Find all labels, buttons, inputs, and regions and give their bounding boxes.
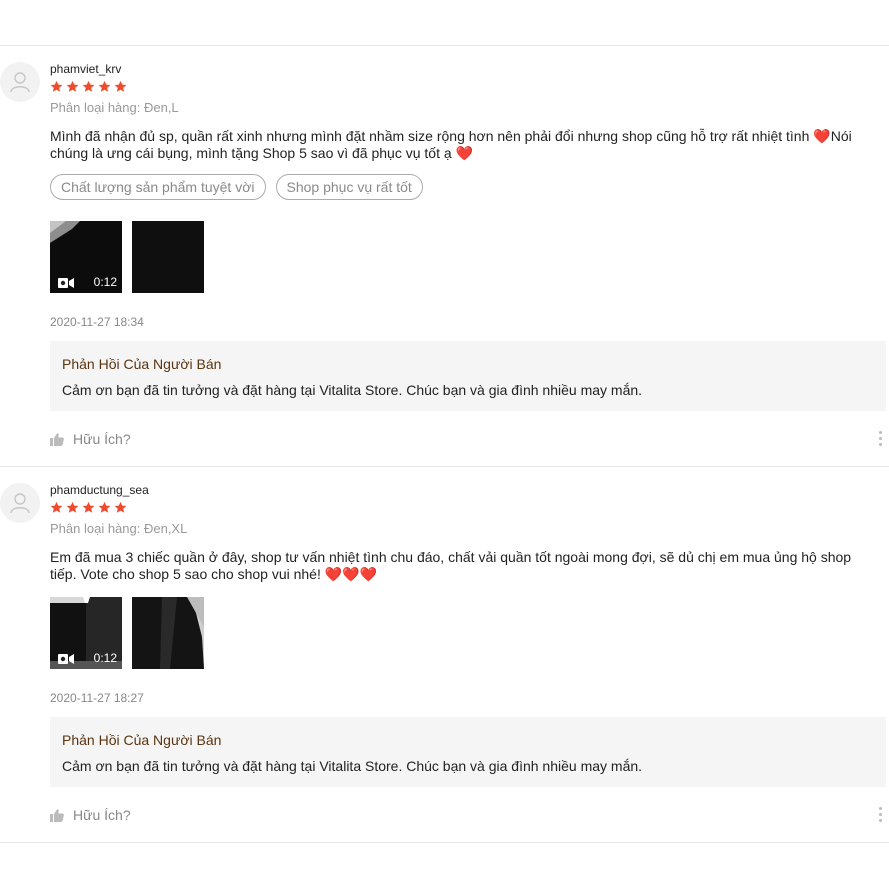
review-tag: Shop phục vụ rất tốt — [275, 174, 423, 200]
video-overlay: 0:12 — [50, 649, 122, 669]
heart-emoji: ❤️ — [455, 145, 473, 161]
avatar[interactable] — [0, 62, 40, 102]
helpful-label: Hữu Ích? — [73, 807, 131, 823]
video-camera-icon — [58, 654, 74, 664]
star-icon — [114, 80, 127, 92]
heart-emoji: ❤️ — [813, 128, 831, 144]
avatar-placeholder-icon — [10, 493, 30, 514]
review-date: 2020-11-27 18:34 — [50, 315, 144, 329]
reviewer-username[interactable]: phamductung_sea — [50, 483, 149, 497]
product-variation: Phân loại hàng: Đen,XL — [50, 521, 188, 536]
video-thumbnail[interactable]: 0:12 — [50, 597, 122, 669]
more-options-icon[interactable] — [879, 807, 882, 822]
seller-reply: Phản Hồi Của Người Bán Cảm ơn bạn đã tin… — [50, 717, 886, 787]
helpful-label: Hữu Ích? — [73, 431, 131, 447]
review-text: Mình đã nhận đủ sp, quần rất xinh nhưng … — [50, 128, 814, 144]
seller-reply-text: Cảm ơn bạn đã tin tưởng và đặt hàng tại … — [62, 382, 643, 398]
avatar[interactable] — [0, 483, 40, 523]
star-icon — [98, 501, 111, 513]
review-media: 0:12 — [50, 221, 204, 293]
star-icon — [98, 80, 111, 92]
video-overlay: 0:12 — [50, 273, 122, 293]
helpful-button[interactable]: Hữu Ích? — [50, 431, 131, 447]
review-item: phamviet_krv Phân loại hàng: Đen,L Mình … — [0, 45, 889, 466]
star-icon — [50, 80, 63, 92]
review-text: Em đã mua 3 chiếc quần ở đây, shop tư vấ… — [50, 549, 852, 582]
seller-reply-title: Phản Hồi Của Người Bán — [62, 356, 222, 372]
image-frame — [132, 221, 204, 293]
bottom-divider — [0, 842, 889, 843]
product-variation: Phân loại hàng: Đen,L — [50, 100, 179, 115]
thumbs-up-icon — [50, 432, 64, 446]
review-content: Mình đã nhận đủ sp, quần rất xinh nhưng … — [50, 128, 880, 162]
star-icon — [50, 501, 63, 513]
seller-reply-title: Phản Hồi Của Người Bán — [62, 732, 222, 748]
avatar-placeholder-icon — [10, 72, 30, 93]
review-date: 2020-11-27 18:27 — [50, 691, 144, 705]
image-thumbnail[interactable] — [132, 597, 204, 669]
image-thumbnail[interactable] — [132, 221, 204, 293]
heart-emoji: ❤️❤️❤️ — [324, 566, 378, 582]
review-tags: Chất lượng sản phẩm tuyệt vời Shop phục … — [50, 174, 423, 200]
video-duration: 0:12 — [93, 651, 117, 665]
review-content: Em đã mua 3 chiếc quần ở đây, shop tư vấ… — [50, 549, 880, 583]
reviewer-username[interactable]: phamviet_krv — [50, 62, 121, 76]
star-icon — [114, 501, 127, 513]
review-tag: Chất lượng sản phẩm tuyệt vời — [50, 174, 266, 200]
seller-reply-text: Cảm ơn bạn đã tin tưởng và đặt hàng tại … — [62, 758, 643, 774]
video-camera-icon — [58, 278, 74, 288]
star-icon — [66, 501, 79, 513]
star-icon — [82, 501, 95, 513]
video-duration: 0:12 — [93, 275, 117, 289]
helpful-button[interactable]: Hữu Ích? — [50, 807, 131, 823]
seller-reply: Phản Hồi Của Người Bán Cảm ơn bạn đã tin… — [50, 341, 886, 411]
star-icon — [82, 80, 95, 92]
review-item: phamductung_sea Phân loại hàng: Đen,XL E… — [0, 466, 889, 842]
rating-stars — [50, 501, 127, 514]
star-icon — [66, 80, 79, 92]
review-media: 0:12 — [50, 597, 204, 669]
image-frame — [132, 597, 204, 669]
video-thumbnail[interactable]: 0:12 — [50, 221, 122, 293]
thumbs-up-icon — [50, 808, 64, 822]
more-options-icon[interactable] — [879, 431, 882, 446]
rating-stars — [50, 80, 127, 93]
